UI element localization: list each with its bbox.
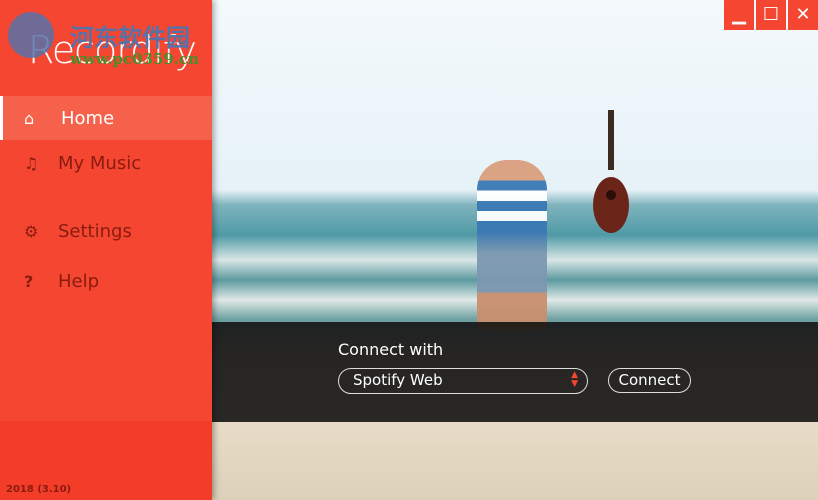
close-button[interactable]: ✕	[788, 0, 818, 30]
question-icon: ?	[24, 271, 34, 291]
sidebar-item-label: Home	[61, 107, 115, 129]
watermark-logo	[8, 12, 54, 58]
sidebar-item-help[interactable]: ? Help	[0, 259, 212, 303]
minimize-icon: ▁	[732, 4, 746, 25]
connect-label: Connect with	[338, 340, 444, 359]
guitar-image	[593, 110, 629, 233]
connect-panel: Connect with Spotify Web ▲ ▼ Connect	[212, 322, 818, 422]
sidebar-item-label: Help	[58, 270, 100, 292]
sidebar: Recordify ⌂ Home ♫ My Music ⚙ Settings ?…	[0, 0, 212, 500]
sidebar-item-my-music[interactable]: ♫ My Music	[0, 141, 212, 185]
close-icon: ✕	[795, 4, 811, 25]
sidebar-item-label: Settings	[58, 220, 132, 242]
maximize-button[interactable]: ☐	[756, 0, 786, 30]
connect-button[interactable]: Connect	[608, 368, 691, 393]
background-photo	[212, 0, 818, 500]
source-select-value: Spotify Web	[353, 371, 443, 389]
watermark-title: 河东软件园	[70, 23, 190, 52]
home-icon: ⌂	[24, 108, 35, 128]
sidebar-item-home[interactable]: ⌂ Home	[0, 96, 212, 140]
gear-icon: ⚙	[24, 221, 39, 241]
sidebar-item-settings[interactable]: ⚙ Settings	[0, 209, 212, 253]
sidebar-item-label: My Music	[58, 152, 142, 174]
watermark-url: www.pc0359.cn	[70, 50, 200, 68]
up-down-arrows-icon: ▲ ▼	[571, 370, 578, 389]
music-note-icon: ♫	[24, 153, 39, 173]
person-image	[477, 160, 547, 330]
maximize-icon: ☐	[762, 4, 780, 25]
minimize-button[interactable]: ▁	[724, 0, 754, 30]
version-label: 2018 (3.10)	[6, 484, 72, 495]
source-select[interactable]: Spotify Web ▲ ▼	[338, 368, 588, 394]
